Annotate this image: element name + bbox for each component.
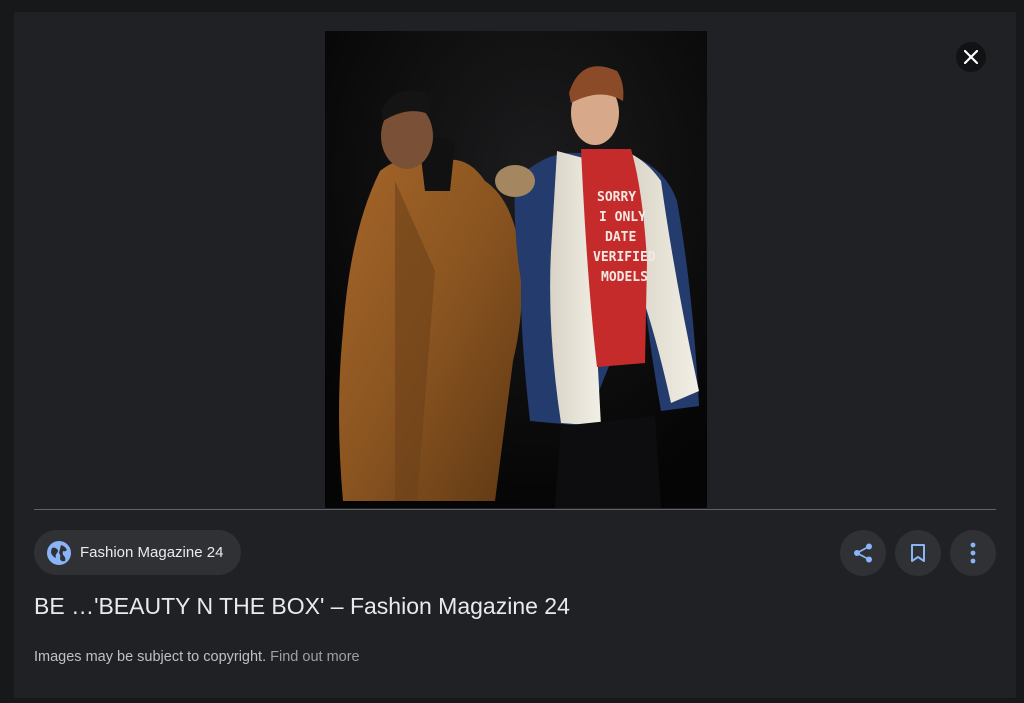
image-title-link[interactable]: BE …'BEAUTY N THE BOX' – Fashion Magazin… bbox=[34, 593, 570, 620]
copyright-notice: Images may be subject to copyright. Find… bbox=[34, 649, 360, 665]
bookmark-icon bbox=[911, 544, 925, 562]
svg-text:DATE: DATE bbox=[605, 230, 636, 245]
globe-icon bbox=[47, 540, 71, 565]
more-options-button[interactable] bbox=[950, 530, 996, 576]
preview-image[interactable]: SORRY I ONLY DATE VERIFIED MODELS bbox=[325, 31, 707, 508]
share-button[interactable] bbox=[840, 530, 886, 576]
svg-text:SORRY: SORRY bbox=[597, 190, 636, 205]
close-button[interactable] bbox=[956, 42, 986, 72]
save-button[interactable] bbox=[895, 530, 941, 576]
svg-text:VERIFIED: VERIFIED bbox=[593, 250, 656, 265]
source-name: Fashion Magazine 24 bbox=[80, 544, 224, 561]
preview-image-graphic: SORRY I ONLY DATE VERIFIED MODELS bbox=[325, 31, 707, 508]
more-vert-icon bbox=[970, 542, 976, 564]
copyright-text: Images may be subject to copyright. bbox=[34, 649, 267, 665]
source-chip[interactable]: Fashion Magazine 24 bbox=[34, 530, 242, 575]
close-icon bbox=[964, 50, 978, 64]
svg-text:MODELS: MODELS bbox=[601, 270, 648, 285]
find-out-more-link[interactable]: Find out more bbox=[270, 649, 359, 665]
svg-text:I ONLY: I ONLY bbox=[599, 210, 646, 225]
divider bbox=[34, 509, 996, 510]
share-icon bbox=[854, 543, 872, 563]
